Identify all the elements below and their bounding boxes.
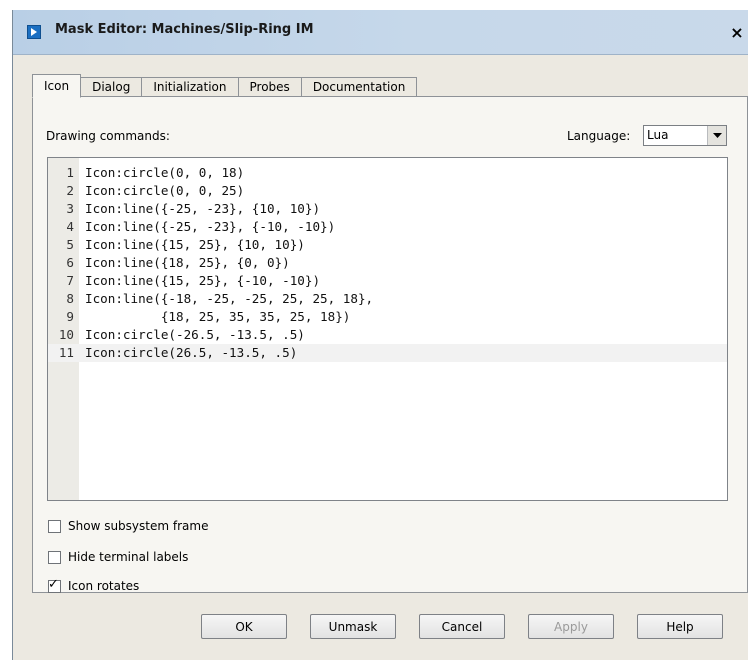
tab-documentation[interactable]: Documentation <box>300 77 418 97</box>
window-title: Mask Editor: Machines/Slip-Ring IM <box>55 22 314 37</box>
show-subsystem-frame-label: Show subsystem frame <box>68 519 209 533</box>
line-number: 7 <box>66 273 74 288</box>
cancel-button[interactable]: Cancel <box>419 614 505 639</box>
code-line[interactable]: 11 Icon:circle(26.5, -13.5, .5) <box>48 344 727 362</box>
language-label: Language: <box>567 129 631 143</box>
code-text: Icon:line({-25, -23}, {10, 10}) <box>85 201 321 216</box>
code-text: Icon:line({18, 25}, {0, 0}) <box>85 255 290 270</box>
code-text: Icon:line({-18, -25, -25, 25, 25, 18}, <box>85 291 374 306</box>
drawing-commands-label: Drawing commands: <box>46 129 170 143</box>
option-hide-terminal-labels[interactable]: Hide terminal labels <box>48 548 188 566</box>
hide-terminal-labels-checkbox[interactable] <box>48 550 61 564</box>
line-number: 5 <box>66 237 74 252</box>
line-number: 3 <box>66 201 74 216</box>
code-text: Icon:circle(0, 0, 25) <box>85 183 245 198</box>
close-icon[interactable]: × <box>727 22 747 42</box>
language-select[interactable]: Lua <box>643 125 727 146</box>
chevron-down-icon[interactable] <box>707 126 726 145</box>
code-text: Icon:line({-25, -23}, {-10, -10}) <box>85 219 336 234</box>
checkmark-icon: ✓ <box>48 576 59 592</box>
line-number: 8 <box>66 291 74 306</box>
code-line[interactable]: 7 Icon:line({15, 25}, {-10, -10}) <box>48 272 727 290</box>
code-line[interactable]: 2 Icon:circle(0, 0, 25) <box>48 182 727 200</box>
title-bar[interactable]: Mask Editor: Machines/Slip-Ring IM × <box>13 10 748 55</box>
tab-dialog[interactable]: Dialog <box>80 77 143 97</box>
line-number: 6 <box>66 255 74 270</box>
tab-initialization[interactable]: Initialization <box>141 77 239 97</box>
code-line[interactable]: 8 Icon:line({-18, -25, -25, 25, 25, 18}, <box>48 290 727 308</box>
unmask-button[interactable]: Unmask <box>310 614 396 639</box>
code-line[interactable]: 1 Icon:circle(0, 0, 18) <box>48 164 727 182</box>
code-line[interactable]: 3 Icon:line({-25, -23}, {10, 10}) <box>48 200 727 218</box>
line-number: 9 <box>66 309 74 324</box>
icon-rotates-checkbox[interactable]: ✓ <box>48 576 61 593</box>
code-line[interactable]: 4 Icon:line({-25, -23}, {-10, -10}) <box>48 218 727 236</box>
code-editor[interactable]: 1 Icon:circle(0, 0, 18) 2 Icon:circle(0, 0,… <box>47 157 728 501</box>
code-text: Icon:line({15, 25}, {10, 10}) <box>85 237 305 252</box>
icon-rotates-label: Icon rotates <box>68 579 140 593</box>
tab-icon[interactable]: Icon <box>32 74 82 98</box>
code-line[interactable]: 10 Icon:circle(-26.5, -13.5, .5) <box>48 326 727 344</box>
tab-bar: Icon Dialog Initialization Probes Docume… <box>32 74 418 98</box>
line-number: 10 <box>58 327 74 342</box>
code-text: Icon:circle(26.5, -13.5, .5) <box>85 345 298 360</box>
hide-terminal-labels-label: Hide terminal labels <box>68 550 189 564</box>
ok-button[interactable]: OK <box>201 614 287 639</box>
tab-probes[interactable]: Probes <box>237 77 302 97</box>
line-number: 4 <box>66 219 74 234</box>
code-text: Icon:circle(0, 0, 18) <box>85 165 245 180</box>
icon-tab-panel: Drawing commands: Language: Lua 1 Icon:ci… <box>32 96 748 593</box>
mask-editor-window: Mask Editor: Machines/Slip-Ring IM × Ico… <box>12 10 748 660</box>
code-line[interactable]: 5 Icon:line({15, 25}, {10, 10}) <box>48 236 727 254</box>
option-show-subsystem-frame[interactable]: Show subsystem frame <box>48 517 208 535</box>
code-text: {18, 25, 35, 35, 25, 18}) <box>85 309 351 324</box>
line-number: 1 <box>66 165 74 180</box>
apply-button[interactable]: Apply <box>528 614 614 639</box>
show-subsystem-frame-checkbox[interactable] <box>48 519 61 533</box>
language-value: Lua <box>647 128 669 142</box>
line-number: 11 <box>58 345 74 360</box>
code-line[interactable]: 9 {18, 25, 35, 35, 25, 18}) <box>48 308 727 326</box>
help-button[interactable]: Help <box>637 614 723 639</box>
code-text: Icon:line({15, 25}, {-10, -10}) <box>85 273 321 288</box>
option-icon-rotates[interactable]: ✓ Icon rotates <box>48 577 139 595</box>
code-line[interactable]: 6 Icon:line({18, 25}, {0, 0}) <box>48 254 727 272</box>
plecs-app-icon <box>27 25 41 39</box>
code-text: Icon:circle(-26.5, -13.5, .5) <box>85 327 305 342</box>
line-number: 2 <box>66 183 74 198</box>
